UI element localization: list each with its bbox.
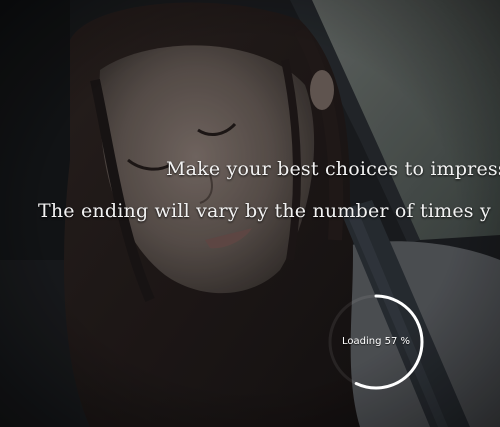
loading-text: Loading [341, 336, 382, 347]
dialogue-line-2: The ending will vary by the number of ti… [38, 200, 491, 222]
loading-label: Loading 57 % [326, 335, 426, 349]
loading-percent: 57 % [384, 336, 411, 347]
loading-indicator: Loading 57 % [326, 292, 426, 392]
game-screen: Make your best choices to impress The en… [0, 0, 500, 427]
dialogue-line-1: Make your best choices to impress [166, 158, 500, 180]
